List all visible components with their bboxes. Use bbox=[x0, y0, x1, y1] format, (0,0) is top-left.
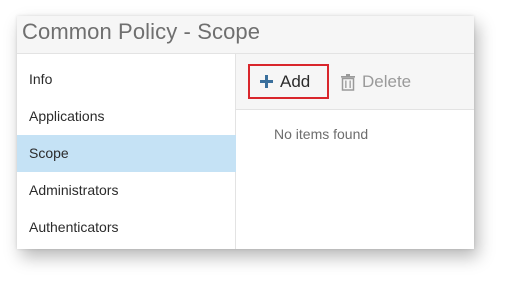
trash-icon bbox=[341, 73, 355, 91]
title-bar: Common Policy - Scope bbox=[17, 16, 474, 54]
sidebar-item-applications[interactable]: Applications bbox=[17, 98, 236, 135]
sidebar-item-info[interactable]: Info bbox=[17, 61, 236, 98]
sidebar-item-scope[interactable]: Scope bbox=[17, 135, 236, 172]
scope-list: No items found bbox=[236, 110, 474, 249]
sidebar: Info Applications Scope Administrators A… bbox=[17, 54, 236, 249]
sidebar-item-administrators[interactable]: Administrators bbox=[17, 172, 236, 209]
plus-icon bbox=[260, 75, 273, 88]
window-title: Common Policy - Scope bbox=[22, 19, 261, 44]
add-button[interactable]: Add bbox=[248, 64, 329, 99]
delete-button-label: Delete bbox=[362, 72, 412, 91]
add-button-label: Add bbox=[280, 71, 311, 91]
sidebar-item-authenticators[interactable]: Authenticators bbox=[17, 209, 236, 246]
empty-state-message: No items found bbox=[274, 126, 369, 142]
toolbar: Add Delete bbox=[236, 54, 474, 110]
policy-window: Common Policy - Scope Info Applications … bbox=[17, 16, 474, 249]
delete-button[interactable]: Delete bbox=[341, 72, 411, 92]
